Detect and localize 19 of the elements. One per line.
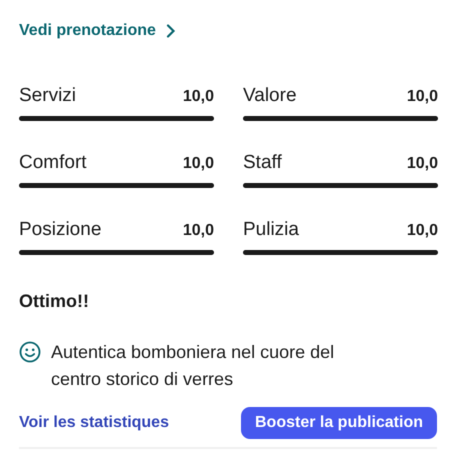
review-title: Ottimo!! <box>19 291 90 312</box>
score-label: Comfort <box>19 152 87 174</box>
score-value: 10,0 <box>406 155 438 173</box>
score-label: Staff <box>243 152 282 174</box>
chevron-right-icon <box>166 24 176 38</box>
score-value: 10,0 <box>182 155 214 173</box>
score-label: Pulizia <box>243 219 299 241</box>
smiley-icon <box>19 341 41 363</box>
boost-post-button[interactable]: Booster la publication <box>241 407 437 439</box>
score-value: 10,0 <box>406 88 438 106</box>
score-label: Valore <box>243 85 297 107</box>
view-statistics-link[interactable]: Voir les statistiques <box>19 414 169 432</box>
score-label: Servizi <box>19 85 76 107</box>
view-booking-link[interactable]: Vedi prenotazione <box>19 22 176 40</box>
review-text: Autentica bomboniera nel cuore del centro storico di verres <box>51 341 336 391</box>
score-value: 10,0 <box>406 222 438 240</box>
score-value: 10,0 <box>182 88 214 106</box>
score-value: 10,0 <box>182 222 214 240</box>
score-label: Posizione <box>19 219 102 241</box>
